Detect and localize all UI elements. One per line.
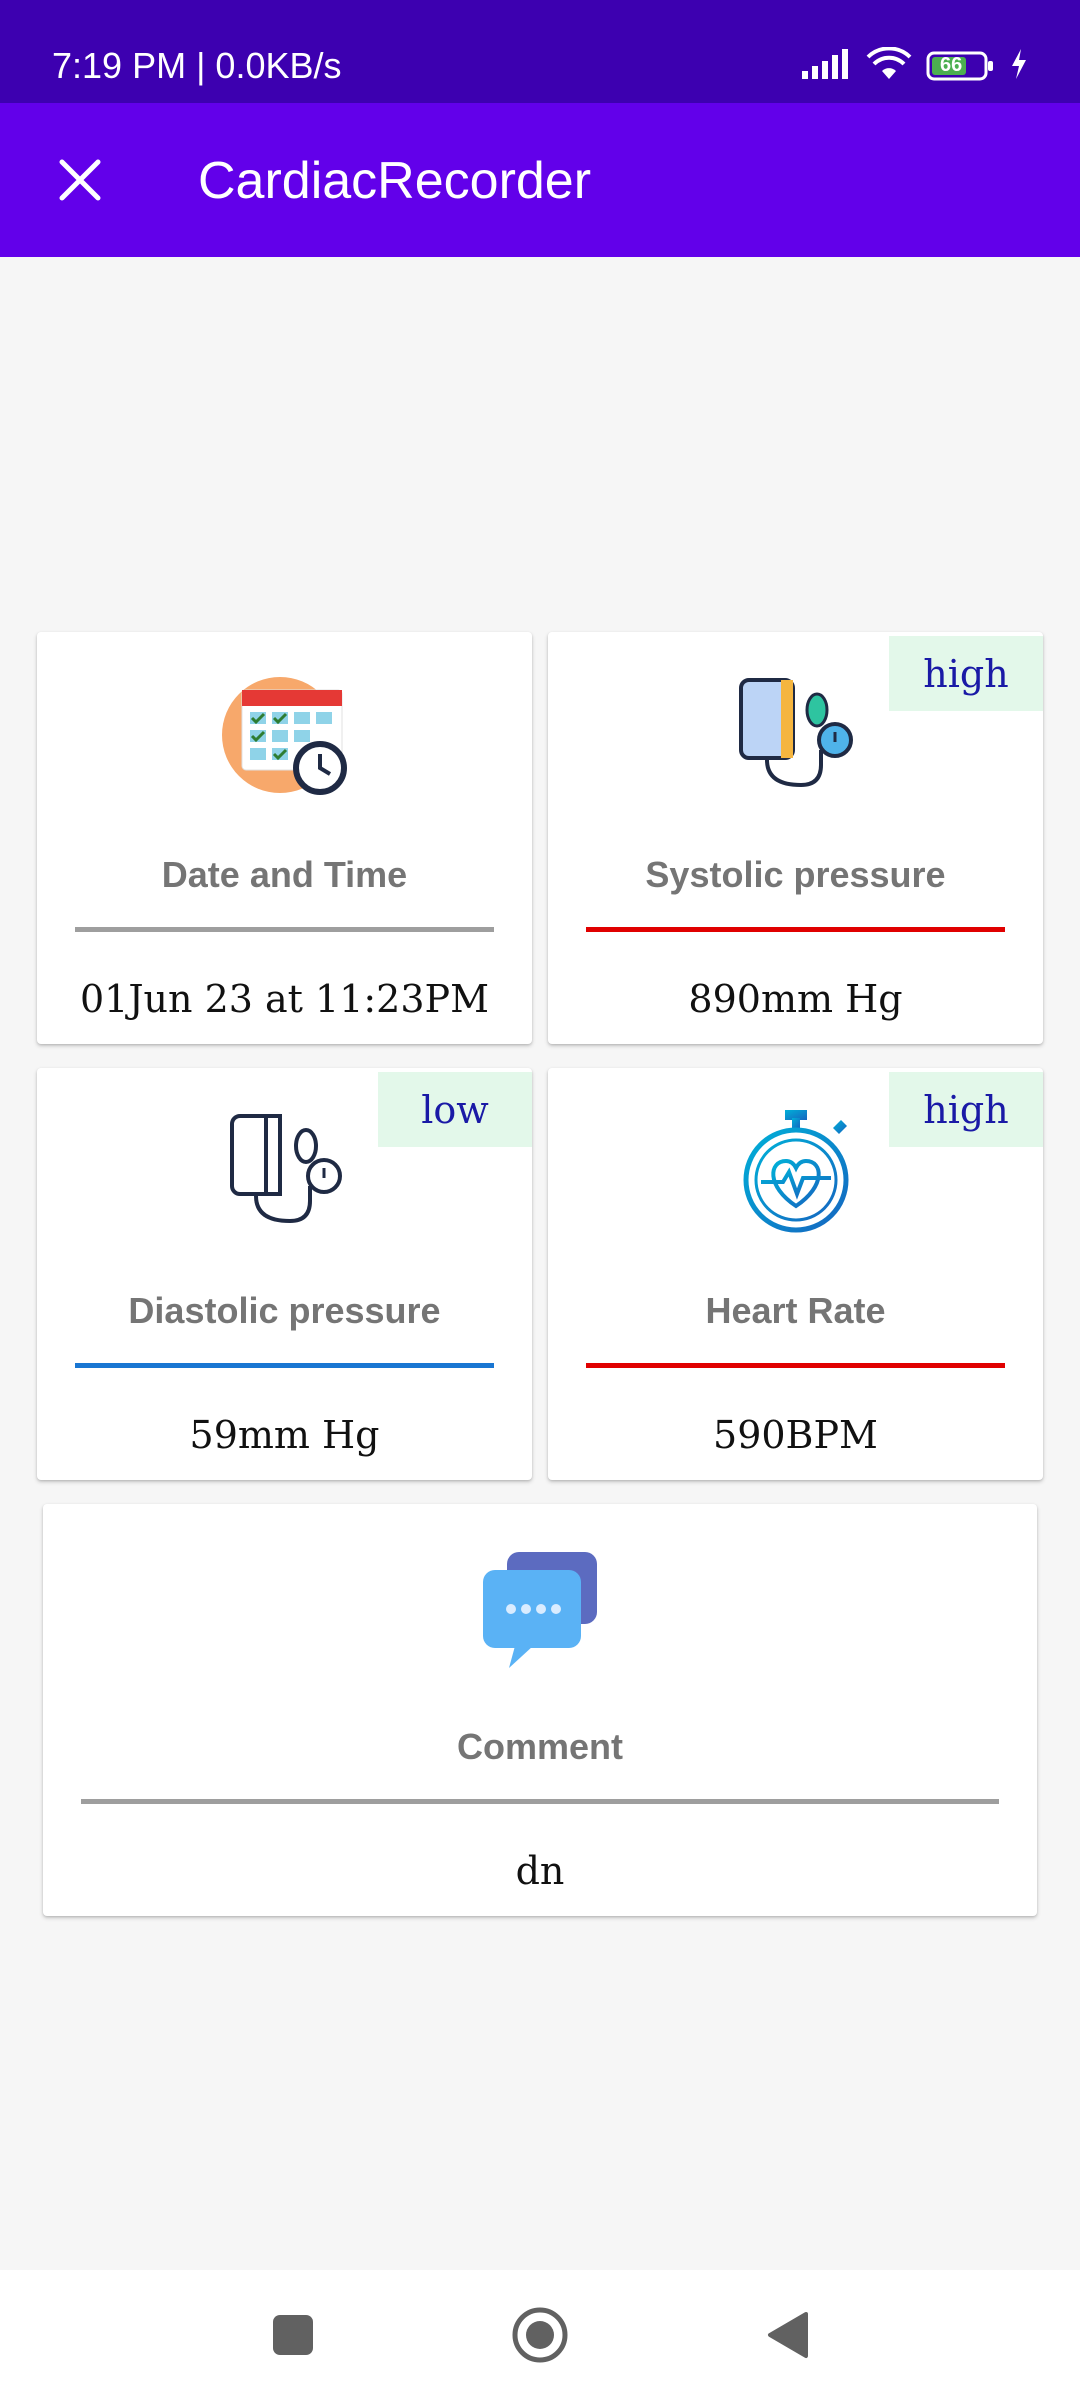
status-icons: 66 [802, 45, 1028, 86]
battery-icon: 66 [926, 50, 996, 82]
recents-button[interactable] [258, 2300, 328, 2370]
home-button[interactable] [505, 2300, 575, 2370]
systolic-pressure-card[interactable]: high Systolic pressure 890mm Hg [548, 632, 1043, 1044]
home-icon [512, 2307, 568, 2363]
diastolic-value: 59mm Hg [189, 1413, 380, 1457]
comment-divider [81, 1799, 999, 1804]
systolic-status-badge: high [889, 636, 1043, 711]
charging-icon [1010, 48, 1028, 84]
heart-stopwatch-icon [731, 1106, 861, 1236]
date-time-card[interactable]: Date and Time 01Jun 23 at 11:23PM [37, 632, 532, 1044]
app-bar: CardiacRecorder [0, 103, 1080, 257]
signal-icon [802, 48, 852, 84]
blood-pressure-monitor-icon [731, 670, 861, 800]
wifi-icon [866, 45, 912, 86]
status-time: 7:19 PM | 0.0KB/s [52, 45, 342, 86]
calendar-clock-icon [220, 670, 350, 800]
close-button[interactable] [40, 140, 120, 220]
diastolic-pressure-card[interactable]: low Diastolic pressure 59mm Hg [37, 1068, 532, 1480]
systolic-value: 890mm Hg [688, 977, 903, 1021]
system-nav-bar [0, 2270, 1080, 2400]
heart-rate-card[interactable]: high Heart Rate 590BPM [548, 1068, 1043, 1480]
close-icon [59, 159, 101, 201]
comment-label: Comment [456, 1726, 623, 1767]
back-button[interactable] [752, 2300, 822, 2370]
diastolic-status-badge: low [378, 1072, 532, 1147]
blood-pressure-monitor-outline-icon [220, 1106, 350, 1236]
back-icon [768, 2312, 808, 2358]
date-time-divider [75, 927, 494, 932]
systolic-divider [586, 927, 1005, 932]
chat-bubbles-icon [475, 1542, 605, 1672]
battery-level: 66 [940, 54, 963, 76]
comment-card[interactable]: Comment dn [43, 1504, 1037, 1916]
date-time-value: 01Jun 23 at 11:23PM [79, 977, 490, 1021]
status-bar: 7:19 PM | 0.0KB/s 66 [0, 0, 1080, 103]
comment-value: dn [515, 1849, 565, 1893]
heart-rate-status-badge: high [889, 1072, 1043, 1147]
app-title: CardiacRecorder [198, 152, 592, 210]
heart-rate-divider [586, 1363, 1005, 1368]
diastolic-divider [75, 1363, 494, 1368]
heart-rate-label: Heart Rate [705, 1290, 886, 1331]
diastolic-label: Diastolic pressure [128, 1290, 441, 1331]
heart-rate-value: 590BPM [713, 1413, 878, 1457]
recents-icon [273, 2315, 313, 2355]
systolic-label: Systolic pressure [645, 854, 946, 895]
date-time-label: Date and Time [161, 854, 408, 895]
